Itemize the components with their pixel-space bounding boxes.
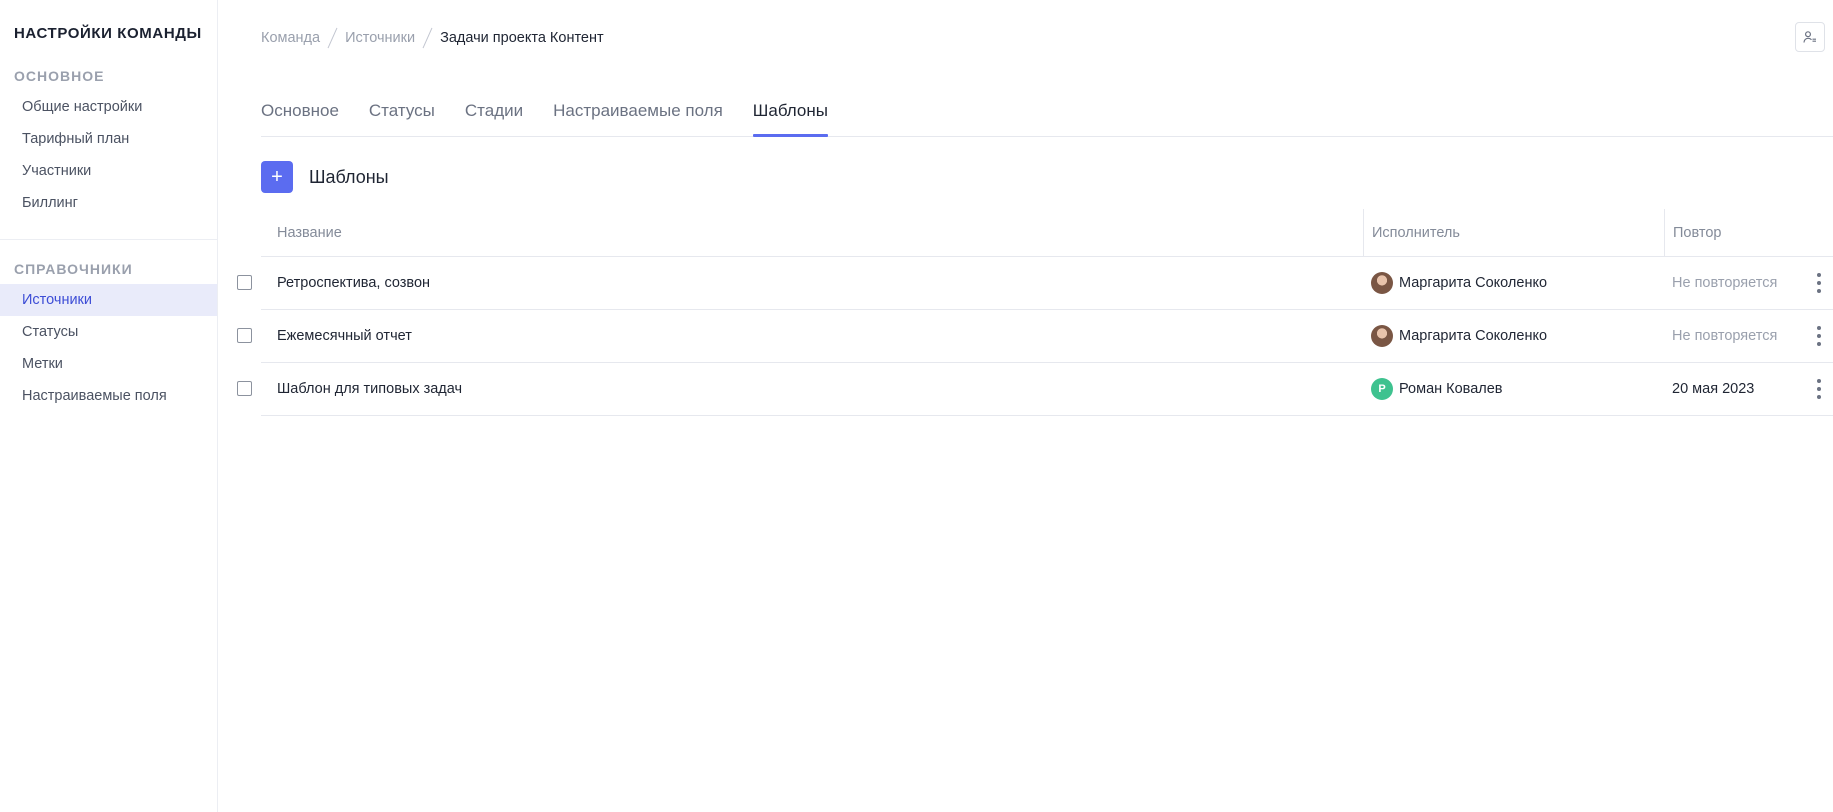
tabs: Основное Статусы Стадии Настраиваемые по… <box>261 90 1833 137</box>
tab-stages[interactable]: Стадии <box>465 90 523 136</box>
sidebar-item-members[interactable]: Участники <box>0 155 217 187</box>
repeat-value: Не повторяется <box>1672 328 1778 344</box>
main-content: Команда Источники Задачи проекта Контент… <box>218 0 1833 812</box>
user-settings-icon <box>1803 31 1816 43</box>
breadcrumb-separator <box>422 27 433 49</box>
row-checkbox[interactable] <box>237 381 252 396</box>
sidebar-item-sources[interactable]: Источники <box>0 284 217 316</box>
more-options-icon[interactable] <box>1815 379 1823 399</box>
table-row[interactable]: Ретроспектива, созвон Маргарита Соколенк… <box>237 257 1833 310</box>
template-name: Ежемесячный отчет <box>277 328 412 344</box>
assignee-name: Роман Ковалев <box>1399 381 1503 397</box>
tab-statuses[interactable]: Статусы <box>369 90 435 136</box>
more-options-icon[interactable] <box>1815 326 1823 346</box>
column-header-repeat[interactable]: Повтор <box>1664 209 1833 256</box>
assignee-name: Маргарита Соколенко <box>1399 328 1548 344</box>
sidebar-item-general-settings[interactable]: Общие настройки <box>0 91 217 123</box>
avatar <box>1371 325 1393 347</box>
sidebar-title: НАСТРОЙКИ КОМАНДЫ <box>14 25 202 42</box>
sidebar-divider <box>0 239 217 240</box>
sidebar-item-labels[interactable]: Метки <box>0 348 217 380</box>
avatar <box>1371 272 1393 294</box>
table-row[interactable]: Шаблон для типовых задач Р Роман Ковалев… <box>237 363 1833 416</box>
table-row[interactable]: Ежемесячный отчет Маргарита Соколенко Не… <box>237 310 1833 363</box>
sidebar-nav-references: Источники Статусы Метки Настраиваемые по… <box>0 284 217 412</box>
templates-table: Название Исполнитель Повтор Ретроспектив… <box>237 209 1833 416</box>
tab-general[interactable]: Основное <box>261 90 339 136</box>
breadcrumb: Команда Источники Задачи проекта Контент <box>261 24 604 52</box>
sidebar-item-billing[interactable]: Биллинг <box>0 187 217 219</box>
sidebar: НАСТРОЙКИ КОМАНДЫ ОСНОВНОЕ Общие настрой… <box>0 0 218 812</box>
breadcrumb-separator <box>327 27 338 49</box>
table-header: Название Исполнитель Повтор <box>261 209 1833 257</box>
avatar: Р <box>1371 378 1393 400</box>
row-checkbox[interactable] <box>237 275 252 290</box>
sidebar-item-custom-fields[interactable]: Настраиваемые поля <box>0 380 217 412</box>
more-options-icon[interactable] <box>1815 273 1823 293</box>
breadcrumb-item-team[interactable]: Команда <box>261 30 320 46</box>
plus-icon: + <box>271 166 283 188</box>
row-checkbox[interactable] <box>237 328 252 343</box>
templates-title: Шаблоны <box>309 166 389 187</box>
sidebar-item-statuses[interactable]: Статусы <box>0 316 217 348</box>
template-name: Ретроспектива, созвон <box>277 275 431 291</box>
tab-custom-fields[interactable]: Настраиваемые поля <box>553 90 723 136</box>
template-name: Шаблон для типовых задач <box>277 381 463 397</box>
repeat-value: Не повторяется <box>1672 275 1778 291</box>
breadcrumb-item-current: Задачи проекта Контент <box>440 30 604 46</box>
user-settings-button[interactable] <box>1795 22 1825 52</box>
column-header-name[interactable]: Название <box>261 209 1363 256</box>
tab-templates[interactable]: Шаблоны <box>752 90 829 137</box>
sidebar-nav-main: Общие настройки Тарифный план Участники … <box>0 91 217 219</box>
repeat-value: 20 мая 2023 <box>1672 381 1755 397</box>
app-root: НАСТРОЙКИ КОМАНДЫ ОСНОВНОЕ Общие настрой… <box>0 0 1833 812</box>
add-template-button[interactable]: + <box>261 161 293 193</box>
sidebar-section-title-main: ОСНОВНОЕ <box>14 68 105 84</box>
sidebar-section-title-references: СПРАВОЧНИКИ <box>14 261 133 277</box>
breadcrumb-item-sources[interactable]: Источники <box>345 30 415 46</box>
templates-toolbar: + Шаблоны <box>261 161 389 193</box>
column-header-assignee[interactable]: Исполнитель <box>1363 209 1664 256</box>
sidebar-item-tariff-plan[interactable]: Тарифный план <box>0 123 217 155</box>
assignee-name: Маргарита Соколенко <box>1399 275 1548 291</box>
